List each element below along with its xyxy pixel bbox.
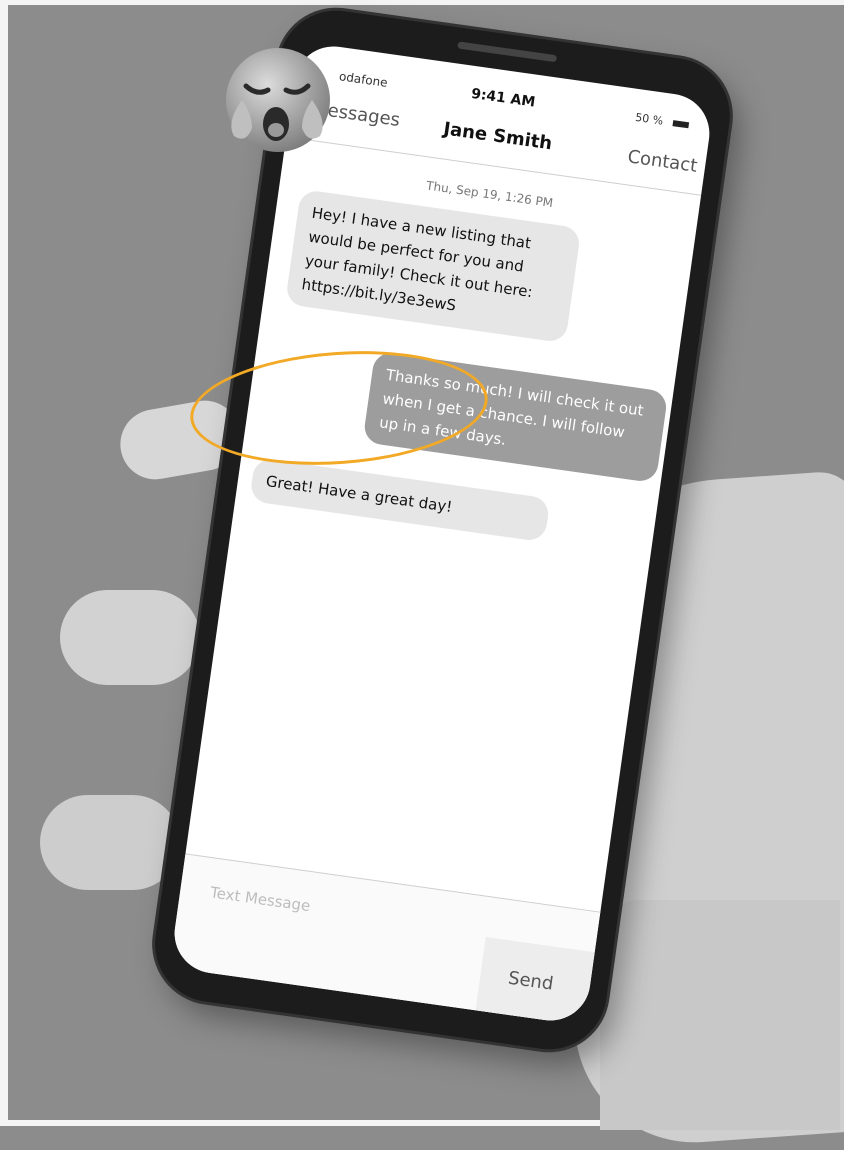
contact-button[interactable]: Contact [626,146,698,177]
frame-border-top [0,0,844,5]
hand-wrist [600,900,840,1130]
crying-face-icon [226,48,330,152]
message-thread: Thu, Sep 19, 1:26 PM Hey! I have a new l… [195,140,700,842]
incoming-message-bubble: Hey! I have a new listing that would be … [284,188,582,344]
send-button[interactable]: Send [475,936,595,1026]
phone-speaker [457,41,558,63]
frame-border-left [0,0,8,1126]
message-text: Great! Have a great day! [264,472,454,517]
hand-finger [40,795,180,890]
compose-bar: Send [169,853,601,1026]
incoming-message-bubble: Great! Have a great day! [249,457,551,543]
hand-finger [60,590,200,685]
text-message-input[interactable] [206,876,453,942]
